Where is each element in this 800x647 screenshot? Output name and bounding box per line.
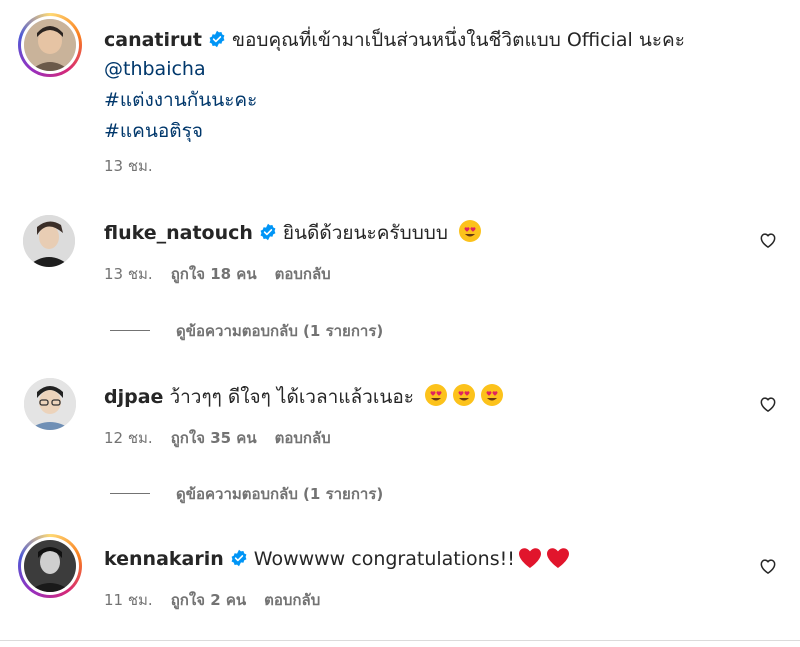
divider xyxy=(0,640,800,641)
heart-eyes-emoji-icon xyxy=(453,384,475,406)
verified-badge-icon xyxy=(209,30,225,48)
reply-button[interactable]: ตอบกลับ xyxy=(275,429,331,447)
like-heart-icon[interactable] xyxy=(758,556,778,576)
heart-eyes-emoji-icon xyxy=(481,384,503,406)
avatar-kennakarin[interactable] xyxy=(24,540,76,592)
comment-likes[interactable]: ถูกใจ 18 คน xyxy=(171,265,257,283)
comment-meta: 11 ชม. ถูกใจ 2 คน ตอบกลับ xyxy=(104,590,320,610)
avatar-canatirut[interactable] xyxy=(24,19,76,71)
red-heart-emoji-icon xyxy=(546,548,569,568)
comment-time[interactable]: 12 ชม. xyxy=(104,429,153,447)
comment-line: djpae ว้าวๆๆ ดีใจๆ ได้เวลาแล้วเนอะ xyxy=(104,383,504,410)
comment-username[interactable]: kennakarin xyxy=(104,548,224,570)
comment-line: kennakarin Wowwww congratulations!! xyxy=(104,546,571,572)
comment-text: ว้าวๆๆ ดีใจๆ ได้เวลาแล้วเนอะ xyxy=(169,386,414,408)
comment-username[interactable]: djpae xyxy=(104,386,163,408)
comment-meta: 13 ชม. ถูกใจ 18 คน ตอบกลับ xyxy=(104,264,331,284)
caption-mention[interactable]: @thbaicha xyxy=(104,56,206,82)
view-replies-button[interactable]: ดูข้อความตอบกลับ (1 รายการ) xyxy=(110,484,383,504)
view-replies-label: ดูข้อความตอบกลับ (1 รายการ) xyxy=(176,322,384,340)
comment-text: ยินดีด้วยนะครับบบบ xyxy=(282,222,448,244)
comment-meta: 12 ชม. ถูกใจ 35 คน ตอบกลับ xyxy=(104,428,331,448)
caption-hashtag[interactable]: #แต่งงานกันนะคะ xyxy=(104,87,257,113)
reply-button[interactable]: ตอบกลับ xyxy=(264,591,320,609)
comment-username[interactable]: fluke_natouch xyxy=(104,222,253,244)
comment-time[interactable]: 13 ชม. xyxy=(104,265,153,283)
replies-divider xyxy=(110,330,150,331)
comment-time[interactable]: 11 ชม. xyxy=(104,591,153,609)
verified-badge-icon xyxy=(260,223,276,241)
caption-text: ขอบคุณที่เข้ามาเป็นส่วนหนึ่งในชีวิตแบบ O… xyxy=(232,29,685,51)
heart-eyes-emoji-icon xyxy=(425,384,447,406)
view-replies-label: ดูข้อความตอบกลับ (1 รายการ) xyxy=(176,485,384,503)
avatar-djpae[interactable] xyxy=(24,378,76,430)
caption-time[interactable]: 13 ชม. xyxy=(104,156,153,176)
replies-divider xyxy=(110,493,150,494)
red-heart-emoji-icon xyxy=(518,548,541,568)
like-heart-icon[interactable] xyxy=(758,394,778,414)
comment-likes[interactable]: ถูกใจ 35 คน xyxy=(171,429,257,447)
caption-username[interactable]: canatirut xyxy=(104,29,202,51)
view-replies-button[interactable]: ดูข้อความตอบกลับ (1 รายการ) xyxy=(110,321,383,341)
caption-line: canatirut ขอบคุณที่เข้ามาเป็นส่วนหนึ่งในช… xyxy=(104,27,685,53)
reply-button[interactable]: ตอบกลับ xyxy=(275,265,331,283)
comment-likes[interactable]: ถูกใจ 2 คน xyxy=(171,591,246,609)
caption-hashtag[interactable]: #แคนอติรุจ xyxy=(104,118,203,144)
comment-text: Wowwww congratulations!! xyxy=(253,548,515,570)
comment-line: fluke_natouch ยินดีด้วยนะครับบบบ xyxy=(104,219,482,246)
heart-eyes-emoji-icon xyxy=(458,220,481,242)
avatar-fluke-natouch[interactable] xyxy=(23,215,75,267)
verified-badge-icon xyxy=(231,549,247,567)
like-heart-icon[interactable] xyxy=(758,230,778,250)
